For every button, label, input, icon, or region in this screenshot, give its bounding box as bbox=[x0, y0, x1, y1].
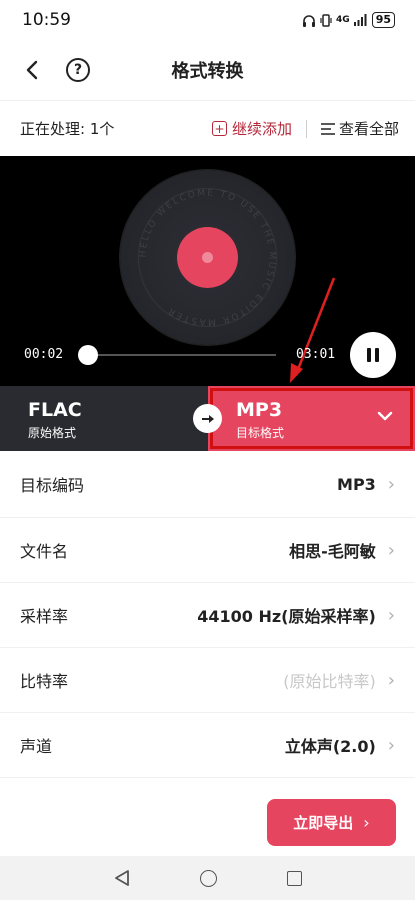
page-title: 格式转换 bbox=[171, 61, 244, 82]
status-time: 10:59 bbox=[22, 10, 71, 30]
processing-bar: 正在处理: 1个 + 继续添加 查看全部 bbox=[0, 100, 415, 156]
setting-value: 44100 Hz(原始采样率) › bbox=[197, 604, 395, 627]
setting-label: 声道 bbox=[20, 737, 53, 756]
network-type: 4G bbox=[336, 15, 350, 25]
target-format: MP3 bbox=[236, 399, 283, 421]
chevron-left-icon bbox=[26, 60, 38, 80]
setting-label: 采样率 bbox=[20, 607, 69, 626]
setting-value: (原始比特率) › bbox=[283, 669, 395, 692]
settings-list: 目标编码 MP3 › 文件名 相思-毛阿敏 › 采样率 44100 Hz(原始采样率… bbox=[0, 451, 415, 778]
progress-thumb[interactable] bbox=[78, 345, 98, 365]
nav-home-icon[interactable] bbox=[199, 869, 217, 887]
source-format: FLAC bbox=[28, 399, 82, 421]
pause-button[interactable] bbox=[350, 332, 396, 378]
plus-square-icon: + bbox=[211, 121, 227, 136]
target-format-dropdown[interactable]: MP3 目标格式 bbox=[208, 386, 415, 451]
setting-target-codec[interactable]: 目标编码 MP3 › bbox=[0, 451, 415, 518]
pause-icon-bar bbox=[375, 348, 379, 362]
setting-filename[interactable]: 文件名 相思-毛阿敏 › bbox=[0, 518, 415, 583]
processing-actions: + 继续添加 查看全部 bbox=[211, 118, 399, 139]
convert-arrow-icon bbox=[193, 404, 222, 433]
chevron-right-icon: › bbox=[387, 473, 395, 495]
vinyl-record-icon: HELLO WELCOME TO USE THE MUSIC EDITOR MA… bbox=[120, 170, 295, 345]
add-more-button[interactable]: + 继续添加 bbox=[211, 118, 292, 139]
audio-player: HELLO WELCOME TO USE THE MUSIC EDITOR MA… bbox=[0, 156, 415, 386]
setting-channels[interactable]: 声道 立体声(2.0) › bbox=[0, 713, 415, 778]
pause-icon bbox=[367, 348, 371, 362]
back-button[interactable] bbox=[20, 58, 44, 82]
source-format-label: 原始格式 bbox=[28, 426, 77, 440]
current-time: 00:02 bbox=[24, 347, 64, 362]
setting-label: 比特率 bbox=[20, 672, 69, 691]
export-button[interactable]: 立即导出 › bbox=[267, 798, 396, 846]
chevron-down-icon bbox=[377, 411, 393, 421]
processing-status: 正在处理: 1个 bbox=[20, 120, 115, 138]
title-bar: ? 格式转换 bbox=[0, 40, 415, 100]
setting-label: 目标编码 bbox=[20, 476, 85, 495]
format-selector: FLAC 原始格式 MP3 目标格式 bbox=[0, 386, 415, 451]
nav-recent-icon[interactable] bbox=[286, 870, 302, 886]
setting-label: 文件名 bbox=[20, 542, 69, 561]
divider bbox=[305, 119, 307, 138]
progress-track[interactable] bbox=[86, 354, 276, 356]
setting-value: MP3 › bbox=[337, 473, 395, 495]
view-all-button[interactable]: 查看全部 bbox=[320, 118, 399, 139]
chevron-right-icon: › bbox=[387, 734, 395, 756]
setting-value: 相思-毛阿敏 › bbox=[289, 539, 395, 562]
setting-value: 立体声(2.0) › bbox=[284, 734, 395, 757]
source-format-panel: FLAC 原始格式 bbox=[0, 386, 208, 451]
battery-indicator: 95 bbox=[371, 12, 395, 28]
total-time: 03:01 bbox=[296, 347, 336, 362]
signal-icon bbox=[353, 14, 367, 26]
status-bar: 10:59 4G 95 bbox=[0, 0, 415, 40]
system-nav-bar bbox=[0, 856, 415, 900]
record-hole bbox=[202, 252, 213, 263]
chevron-right-icon: › bbox=[363, 812, 370, 832]
chevron-right-icon: › bbox=[387, 604, 395, 626]
help-button[interactable]: ? bbox=[66, 58, 90, 82]
setting-bitrate[interactable]: 比特率 (原始比特率) › bbox=[0, 648, 415, 713]
setting-sample-rate[interactable]: 采样率 44100 Hz(原始采样率) › bbox=[0, 583, 415, 648]
list-icon bbox=[320, 122, 335, 135]
vibrate-icon bbox=[320, 13, 332, 27]
chevron-right-icon: › bbox=[387, 539, 395, 561]
question-circle-icon: ? bbox=[73, 62, 83, 78]
target-format-label: 目标格式 bbox=[236, 426, 285, 440]
chevron-right-icon: › bbox=[387, 669, 395, 691]
nav-back-icon[interactable] bbox=[114, 869, 130, 887]
status-icons: 4G 95 bbox=[302, 12, 395, 28]
add-more-label: 继续添加 bbox=[231, 120, 292, 138]
export-area: 立即导出 › bbox=[0, 788, 415, 856]
headphones-icon bbox=[303, 14, 316, 27]
export-label: 立即导出 bbox=[293, 813, 354, 832]
view-all-label: 查看全部 bbox=[338, 120, 399, 138]
